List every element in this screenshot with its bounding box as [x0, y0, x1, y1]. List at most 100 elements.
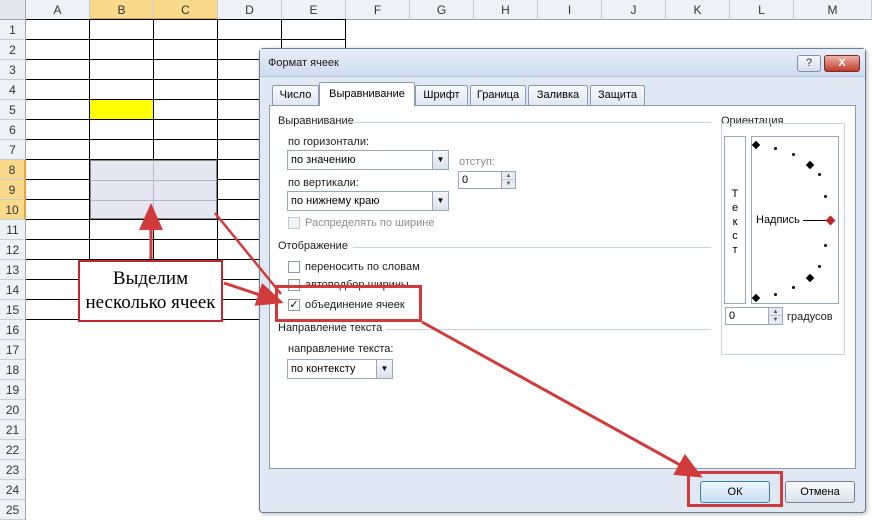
- row-header-8[interactable]: 8: [0, 160, 26, 180]
- spin-down-icon[interactable]: ▼: [501, 180, 515, 188]
- spin-down-icon[interactable]: ▼: [768, 316, 782, 324]
- row-header-4[interactable]: 4: [0, 80, 26, 100]
- row-header-22[interactable]: 22: [0, 440, 26, 460]
- vertical-text-toggle[interactable]: Текст: [724, 136, 746, 304]
- column-header-b[interactable]: B: [90, 0, 154, 20]
- dial-mark: [774, 293, 777, 296]
- column-header-j[interactable]: J: [602, 0, 666, 20]
- close-button[interactable]: X: [824, 55, 860, 72]
- orientation-dial[interactable]: Надпись: [751, 136, 839, 304]
- chevron-down-icon[interactable]: ▼: [432, 192, 448, 210]
- cancel-button[interactable]: Отмена: [785, 481, 855, 503]
- tab-fill[interactable]: Заливка: [528, 85, 588, 105]
- row-header-15[interactable]: 15: [0, 300, 26, 320]
- column-header-l[interactable]: L: [730, 0, 794, 20]
- dial-mark: [751, 140, 761, 150]
- column-header-f[interactable]: F: [346, 0, 410, 20]
- column-header-m[interactable]: M: [794, 0, 872, 20]
- row-header-17[interactable]: 17: [0, 340, 26, 360]
- column-header-e[interactable]: E: [282, 0, 346, 20]
- column-header-i[interactable]: I: [538, 0, 602, 20]
- row-header-5[interactable]: 5: [0, 100, 26, 120]
- row-header-19[interactable]: 19: [0, 380, 26, 400]
- help-button[interactable]: ?: [797, 55, 821, 72]
- indent-spinner[interactable]: 0 ▲ ▼: [458, 171, 516, 189]
- column-header-g[interactable]: G: [410, 0, 474, 20]
- selected-range-b8-c10[interactable]: [90, 160, 217, 219]
- row-header-25[interactable]: 25: [0, 500, 26, 520]
- horizontal-label: по горизонтали:: [288, 136, 370, 148]
- grid-line: [26, 39, 346, 40]
- callout-line2: несколько ячеек: [85, 292, 216, 313]
- distribute-checkbox[interactable]: [288, 217, 300, 229]
- horizontal-align-select[interactable]: по значению ▼: [287, 150, 449, 170]
- wrap-text-label: переносить по словам: [305, 261, 420, 273]
- format-cells-dialog: Формат ячеек ? X Число Выравнивание Шриф…: [259, 48, 866, 513]
- dial-mark: [805, 273, 815, 283]
- orientation-sample-text: Надпись: [756, 214, 800, 226]
- wrap-text-checkbox[interactable]: [288, 261, 300, 273]
- direction-section-title: Направление текста: [278, 322, 383, 334]
- yellow-cell-b5[interactable]: [90, 100, 153, 119]
- row-header-18[interactable]: 18: [0, 360, 26, 380]
- row-header-13[interactable]: 13: [0, 260, 26, 280]
- dial-mark: [818, 265, 821, 268]
- dialog-titlebar[interactable]: Формат ячеек ? X: [260, 49, 865, 77]
- callout-line1: Выделим: [112, 268, 189, 289]
- row-header-6[interactable]: 6: [0, 120, 26, 140]
- alignment-section-title: Выравнивание: [278, 115, 354, 127]
- row-header-12[interactable]: 12: [0, 240, 26, 260]
- row-header-14[interactable]: 14: [0, 280, 26, 300]
- dial-mark: [751, 293, 761, 303]
- row-header-3[interactable]: 3: [0, 60, 26, 80]
- tab-font[interactable]: Шрифт: [415, 85, 468, 105]
- spin-up-icon[interactable]: ▲: [501, 172, 515, 180]
- row-header-11[interactable]: 11: [0, 220, 26, 240]
- row-header-21[interactable]: 21: [0, 420, 26, 440]
- row-header-1[interactable]: 1: [0, 20, 26, 40]
- indent-value: 0: [462, 174, 469, 186]
- grid-line: [26, 19, 346, 20]
- dial-mark: [824, 195, 827, 198]
- column-header-h[interactable]: H: [474, 0, 538, 20]
- tab-alignment[interactable]: Выравнивание: [319, 82, 415, 106]
- vertical-align-select[interactable]: по нижнему краю ▼: [287, 191, 449, 211]
- vertical-label: по вертикали:: [288, 177, 359, 189]
- row-header-16[interactable]: 16: [0, 320, 26, 340]
- degrees-spinner[interactable]: 0 ▲ ▼: [725, 307, 783, 325]
- column-header-a[interactable]: A: [26, 0, 90, 20]
- row-header-2[interactable]: 2: [0, 40, 26, 60]
- degrees-value: 0: [729, 310, 736, 322]
- vertical-text: Текст: [731, 188, 739, 256]
- row-header-23[interactable]: 23: [0, 460, 26, 480]
- row-header-20[interactable]: 20: [0, 400, 26, 420]
- column-header-c[interactable]: C: [154, 0, 218, 20]
- dial-mark: [824, 244, 827, 247]
- row-header-9[interactable]: 9: [0, 180, 26, 200]
- dial-mark: [805, 160, 815, 170]
- select-all-corner[interactable]: [0, 0, 26, 20]
- ok-highlight-box: [687, 471, 783, 507]
- dialog-title: Формат ячеек: [268, 57, 339, 69]
- tab-border[interactable]: Граница: [470, 85, 526, 105]
- degrees-label: градусов: [787, 311, 833, 323]
- dial-mark: [774, 147, 777, 150]
- distribute-label: Распределять по ширине: [305, 217, 435, 229]
- chevron-down-icon[interactable]: ▼: [432, 151, 448, 169]
- row-header-7[interactable]: 7: [0, 140, 26, 160]
- merge-highlight-box: [275, 285, 422, 322]
- dial-mark: [792, 153, 795, 156]
- tab-number[interactable]: Число: [272, 85, 319, 105]
- orientation-handle[interactable]: [825, 215, 836, 226]
- annotation-callout: Выделим несколько ячеек: [78, 260, 223, 322]
- dial-mark: [818, 173, 821, 176]
- tab-protection[interactable]: Защита: [590, 85, 645, 105]
- row-header-10[interactable]: 10: [0, 200, 26, 220]
- row-header-24[interactable]: 24: [0, 480, 26, 500]
- spin-up-icon[interactable]: ▲: [768, 308, 782, 316]
- chevron-down-icon[interactable]: ▼: [376, 360, 392, 378]
- orientation-line: [803, 220, 827, 221]
- text-direction-select[interactable]: по контексту ▼: [287, 359, 393, 379]
- column-header-d[interactable]: D: [218, 0, 282, 20]
- column-header-k[interactable]: K: [666, 0, 730, 20]
